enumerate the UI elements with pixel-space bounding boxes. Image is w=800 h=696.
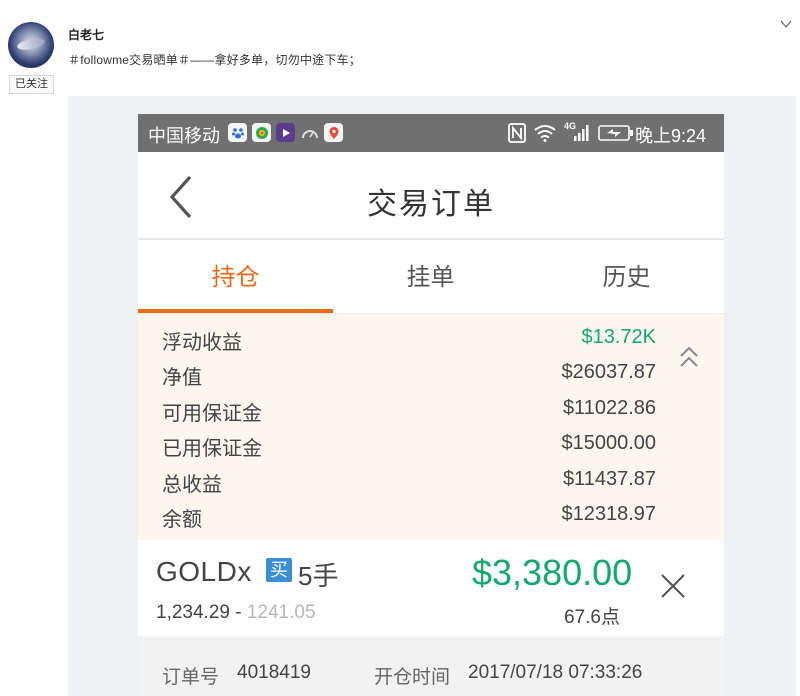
order-no-label: 订单号 <box>162 667 220 688</box>
open-time-label: 开仓时间 <box>374 667 451 688</box>
summary-row-equity: 净值 $26037.87 <box>162 361 656 393</box>
summary-row-used-margin: 已用保证金 $15000.00 <box>162 432 656 464</box>
summary-value: $11022.86 <box>562 397 656 419</box>
notification-icons <box>228 123 343 142</box>
signal-icon: 4G <box>564 121 590 143</box>
page-title: 交易订单 <box>367 188 495 221</box>
baidu-paw-icon <box>228 123 247 142</box>
current-price: 1241.05 <box>246 602 316 623</box>
collapse-up-icon[interactable] <box>678 344 700 370</box>
status-bar: 中国移动 4G 晚上9:24 <box>138 114 724 152</box>
summary-row-total-pnl: 总收益 $11437.87 <box>162 468 656 500</box>
summary-row-balance: 余额 $12318.97 <box>162 503 656 535</box>
map-pin-icon <box>324 123 343 142</box>
chevron-down-icon[interactable] <box>780 18 792 30</box>
price-separator: - <box>229 602 247 623</box>
summary-label: 已用保证金 <box>162 438 262 460</box>
summary-value: $26037.87 <box>561 361 656 383</box>
follow-button[interactable]: 已关注 <box>9 75 54 94</box>
carrier-name: 中国移动 <box>148 126 220 146</box>
summary-row-free-margin: 可用保证金 $11022.86 <box>162 397 656 429</box>
summary-value: $13.72K <box>581 326 656 348</box>
username[interactable]: 白老七 <box>68 26 104 43</box>
position-symbol: GOLDx <box>156 556 252 587</box>
summary-label: 总收益 <box>162 474 222 496</box>
tab-pending[interactable]: 挂单 <box>333 242 528 314</box>
phone-screenshot: 中国移动 4G 晚上9:24 交易订单 持仓 挂单 历史 浮动收益 $13.72… <box>138 114 724 696</box>
summary-row-floating-pnl: 浮动收益 $13.72K <box>162 326 656 358</box>
account-summary: 浮动收益 $13.72K 净值 $26037.87 可用保证金 $11022.8… <box>138 314 724 540</box>
active-tab-indicator <box>138 309 333 313</box>
close-position-icon[interactable] <box>660 573 686 599</box>
position-lots: 5手 <box>298 561 339 591</box>
position-card[interactable]: GOLDx 买 5手 $3,380.00 1,234.29 - 1241.05 … <box>138 540 724 636</box>
wifi-icon <box>534 125 556 142</box>
tab-positions[interactable]: 持仓 <box>138 242 333 314</box>
video-player-icon <box>276 123 295 142</box>
buy-badge: 买 <box>266 558 292 582</box>
system-icons: 4G <box>508 121 634 143</box>
summary-label: 净值 <box>162 367 202 389</box>
position-points: 67.6点 <box>564 607 620 628</box>
avatar[interactable] <box>8 22 54 68</box>
position-profit: $3,380.00 <box>472 552 633 593</box>
order-detail: 订单号 4018419 开仓时间 2017/07/18 07:33:26 <box>138 636 724 696</box>
order-tabs: 持仓 挂单 历史 <box>138 242 724 314</box>
nav-bar: 交易订单 <box>138 152 724 240</box>
browser-icon <box>252 123 271 142</box>
summary-label: 余额 <box>162 509 202 531</box>
clock: 晚上9:24 <box>635 126 707 146</box>
open-price: 1,234.29 <box>156 602 230 623</box>
summary-value: $11437.87 <box>562 468 656 490</box>
battery-charging-icon <box>598 125 633 141</box>
price-range: 1,234.29 - 1241.05 <box>156 602 316 624</box>
summary-label: 浮动收益 <box>162 332 242 354</box>
summary-value: $12318.97 <box>561 503 656 525</box>
summary-label: 可用保证金 <box>162 403 262 425</box>
speedometer-icon <box>300 123 319 142</box>
nfc-icon <box>508 123 526 143</box>
post-text: ＃followme交易晒单＃——拿好多单，切勿中途下车； <box>68 53 361 67</box>
open-time: 2017/07/18 07:33:26 <box>468 662 643 683</box>
avatar-fish-image <box>16 36 46 52</box>
summary-value: $15000.00 <box>561 432 656 454</box>
tab-history[interactable]: 历史 <box>529 242 724 314</box>
order-no: 4018419 <box>237 662 311 683</box>
